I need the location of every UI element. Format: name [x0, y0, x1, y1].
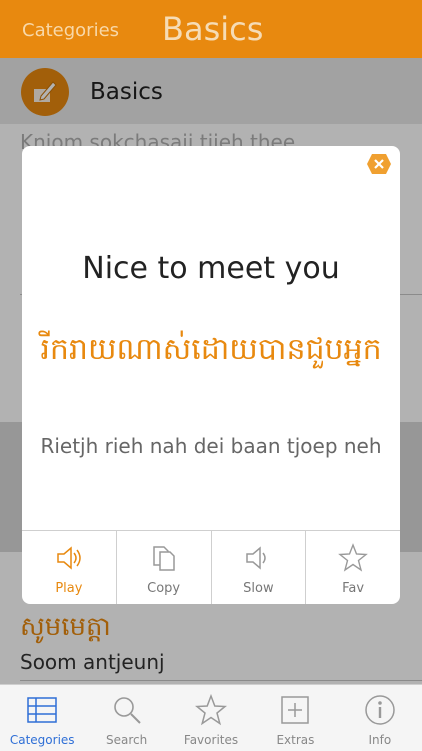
tab-info[interactable]: Info [338, 685, 422, 751]
list-icon [27, 697, 57, 723]
star-icon [195, 693, 228, 726]
tab-label: Favorites [183, 733, 239, 747]
phrase-romanization: Rietjh rieh nah dei baan tjoep neh [40, 434, 382, 458]
nav-bar: Categories Basics [0, 0, 422, 58]
plus-icon [281, 696, 310, 724]
phrase-english: Nice to meet you [82, 251, 340, 286]
play-button[interactable]: Play [22, 531, 117, 604]
fav-label: Fav [342, 581, 365, 596]
tab-label: Info [368, 733, 392, 747]
copy-button[interactable]: Copy [117, 531, 212, 604]
phrase-khmer: រីករាយណាស់ដោយបានជួបអ្នក [40, 332, 382, 367]
close-icon [367, 154, 391, 174]
tab-categories[interactable]: Categories [0, 685, 84, 751]
info-icon [365, 695, 395, 725]
slow-button[interactable]: Slow [212, 531, 307, 604]
tab-favorites[interactable]: Favorites [169, 685, 253, 751]
phrase-modal: Nice to meet you រីករាយណាស់ដោយបានជួបអ្នក… [22, 146, 400, 604]
page-title: Basics [162, 10, 264, 48]
tab-label: Search [105, 733, 148, 747]
tab-extras[interactable]: Extras [253, 685, 337, 751]
tab-bar: Categories Search Favorites Extras Info [0, 684, 422, 751]
copy-label: Copy [147, 581, 181, 596]
tab-label: Categories [9, 733, 75, 747]
speaker-slow-icon [246, 546, 267, 570]
tab-search[interactable]: Search [84, 685, 168, 751]
back-button[interactable]: Categories [22, 20, 119, 41]
play-label: Play [55, 581, 83, 596]
fav-button[interactable]: Fav [306, 531, 400, 604]
copy-icon [152, 546, 175, 571]
tab-label: Extras [276, 733, 315, 747]
phrase-actions: Play Copy Slow Fav [22, 530, 400, 604]
slow-label: Slow [243, 581, 274, 596]
search-icon [113, 697, 141, 724]
star-icon [338, 543, 368, 572]
close-button[interactable] [366, 152, 391, 176]
speaker-icon [57, 546, 81, 570]
